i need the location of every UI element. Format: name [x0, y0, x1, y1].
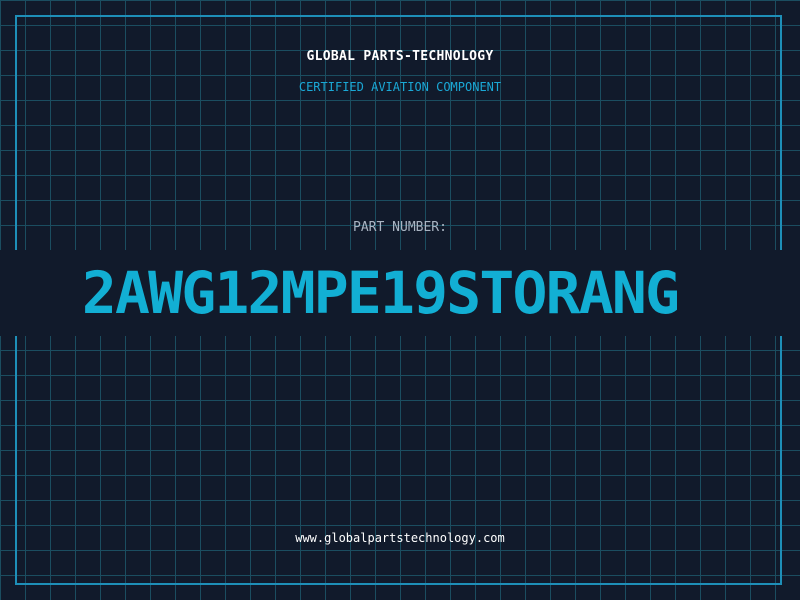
certificate-page: GLOBAL PARTS-TECHNOLOGY CERTIFIED AVIATI…	[0, 0, 800, 600]
company-name: GLOBAL PARTS-TECHNOLOGY	[306, 49, 494, 64]
part-number-label: PART NUMBER:	[353, 220, 447, 235]
website-url: www.globalpartstechnology.com	[295, 531, 505, 545]
part-number-value: 2AWG12MPE19STORANG	[81, 259, 680, 327]
certification-label: CERTIFIED AVIATION COMPONENT	[298, 80, 502, 94]
